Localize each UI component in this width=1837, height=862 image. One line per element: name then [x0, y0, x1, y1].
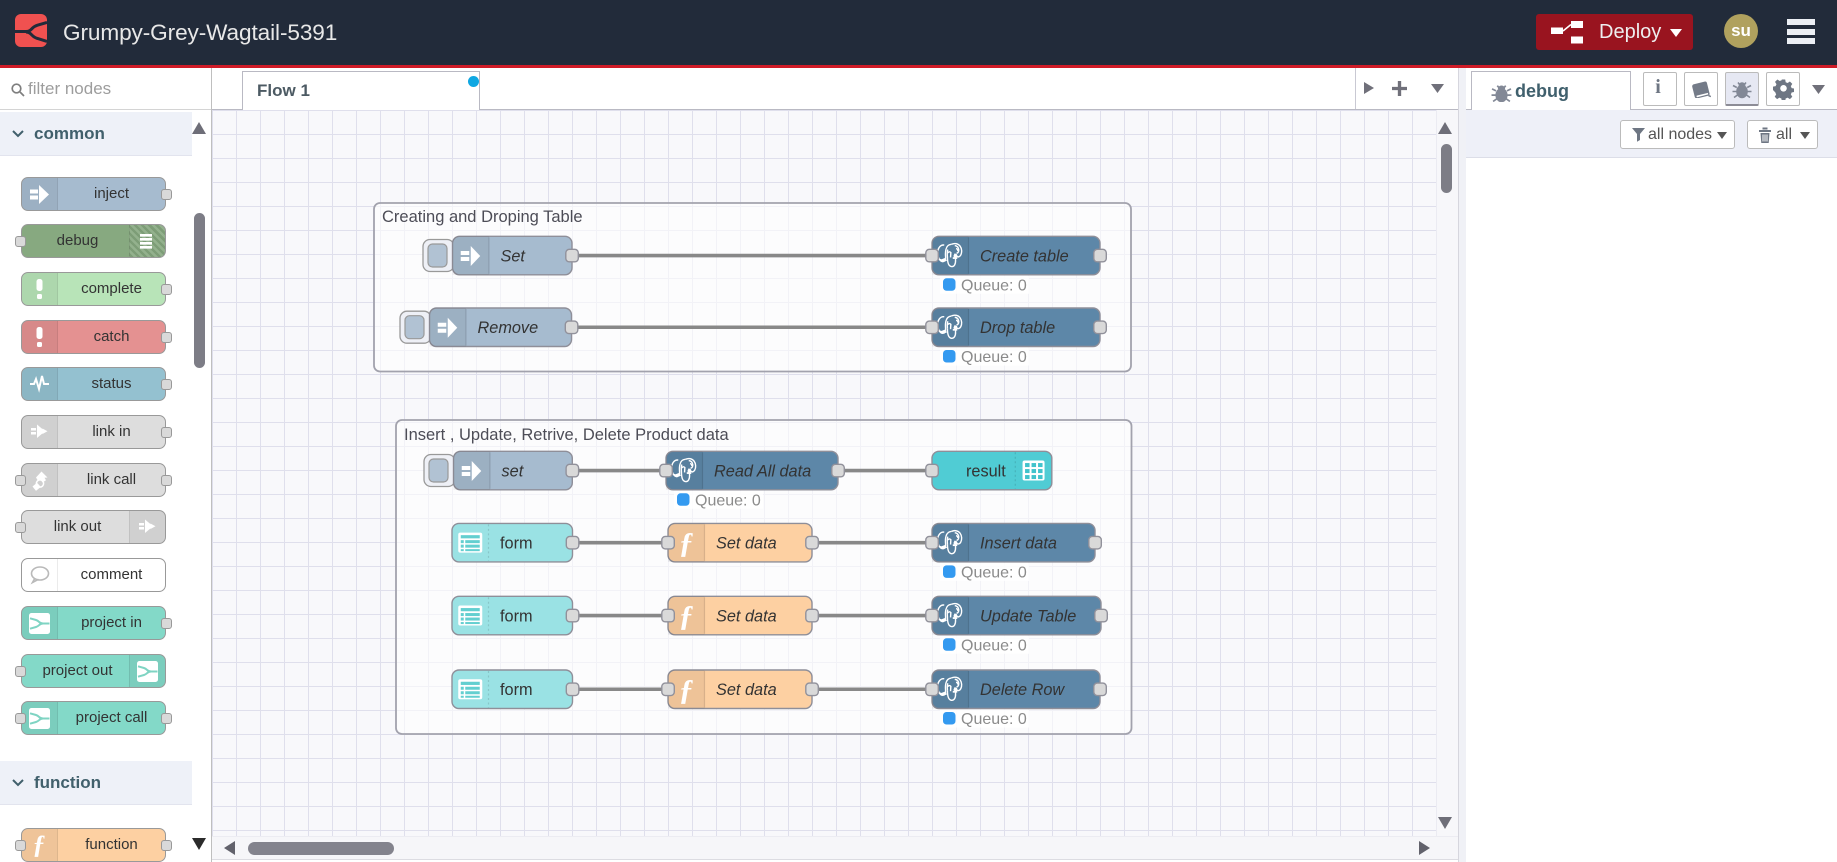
svg-text:Queue: 0: Queue: 0	[961, 564, 1027, 581]
svg-text:Queue: 0: Queue: 0	[961, 349, 1027, 366]
svg-text:Set data: Set data	[716, 607, 777, 625]
svg-text:form: form	[500, 534, 533, 552]
svg-text:Drop table: Drop table	[980, 319, 1055, 337]
svg-text:Queue: 0: Queue: 0	[961, 637, 1027, 654]
svg-text:ƒ: ƒ	[679, 673, 694, 706]
svg-text:ƒ: ƒ	[679, 527, 694, 560]
svg-text:Set data: Set data	[716, 681, 777, 699]
svg-text:form: form	[500, 607, 533, 625]
svg-text:Update Table: Update Table	[980, 607, 1076, 625]
svg-text:ƒ: ƒ	[33, 832, 46, 858]
svg-text:Create table: Create table	[980, 247, 1069, 265]
svg-text:Queue: 0: Queue: 0	[961, 711, 1027, 728]
svg-text:Remove: Remove	[478, 319, 539, 337]
svg-text:ƒ: ƒ	[679, 600, 694, 633]
svg-text:Set data: Set data	[716, 534, 777, 552]
svg-text:Creating and Droping Table: Creating and Droping Table	[382, 208, 583, 226]
svg-text:Queue: 0: Queue: 0	[961, 277, 1027, 294]
svg-text:Set: Set	[501, 247, 527, 265]
svg-text:form: form	[500, 681, 533, 699]
svg-text:Insert data: Insert data	[980, 534, 1057, 552]
svg-text:Read All data: Read All data	[714, 462, 811, 480]
svg-text:Insert , Update, Retrive, Dele: Insert , Update, Retrive, Delete Product…	[404, 426, 729, 444]
svg-text:result: result	[966, 462, 1006, 480]
svg-text:Delete Row: Delete Row	[980, 681, 1065, 699]
svg-text:set: set	[502, 462, 525, 480]
svg-text:i: i	[1655, 77, 1661, 98]
svg-text:Queue: 0: Queue: 0	[695, 492, 761, 509]
